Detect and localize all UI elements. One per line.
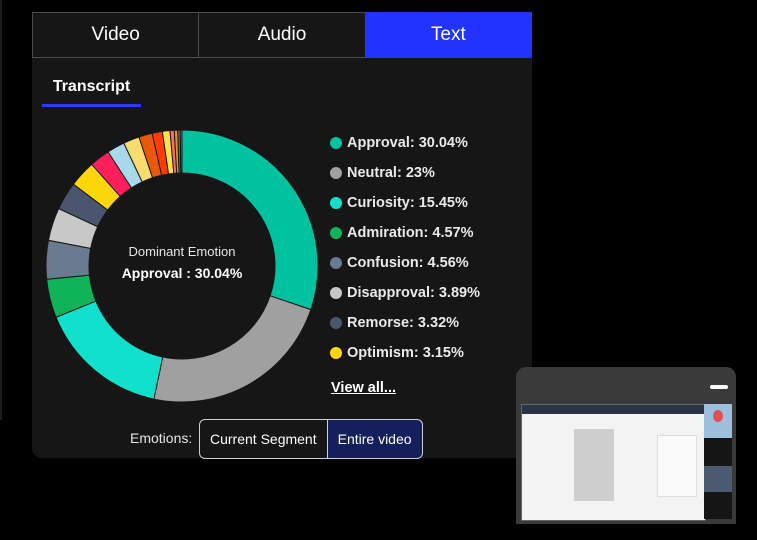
left-edge-divider xyxy=(0,0,2,420)
tab-text[interactable]: Text xyxy=(365,12,532,58)
tab-audio[interactable]: Audio xyxy=(199,12,366,58)
tab-bar: Video Audio Text xyxy=(32,12,532,58)
current-segment-button[interactable]: Current Segment xyxy=(199,419,328,459)
legend-item-admiration: Admiration: 4.57% xyxy=(330,218,480,248)
side-panel-preview xyxy=(657,435,697,497)
emotions-label: Emotions: xyxy=(130,430,193,446)
participant-video xyxy=(704,466,732,492)
legend-dot xyxy=(330,197,342,209)
emotion-panel: Video Audio Text Transcript Dominant Emo… xyxy=(32,12,532,459)
dominant-emotion-title: Dominant Emotion xyxy=(128,244,236,259)
entire-video-button[interactable]: Entire video xyxy=(327,419,423,459)
legend-item-confusion: Confusion: 4.56% xyxy=(330,248,480,278)
view-all-link[interactable]: View all... xyxy=(331,380,396,396)
emotion-scope-toggle: Current Segment Entire video xyxy=(199,419,423,459)
dominant-emotion-value: Approval : 30.04% xyxy=(121,265,243,281)
donut-slice-other-17 xyxy=(179,129,183,174)
shared-screen-thumbnail xyxy=(521,404,706,521)
legend-label: Confusion: 4.56% xyxy=(347,255,469,271)
legend-dot xyxy=(330,167,342,179)
legend-dot xyxy=(330,347,342,359)
tab-video[interactable]: Video xyxy=(32,12,200,58)
subtab-transcript[interactable]: Transcript xyxy=(42,70,141,107)
donut-slice-curiosity xyxy=(55,300,164,400)
legend-item-optimism: Optimism: 3.15% xyxy=(330,338,480,368)
legend-label: Optimism: 3.15% xyxy=(347,345,464,361)
document-preview xyxy=(574,429,614,501)
donut-slice-approval xyxy=(181,129,319,311)
legend-dot xyxy=(330,227,342,239)
legend-dot xyxy=(330,137,342,149)
participant-video xyxy=(704,404,732,438)
legend-label: Approval: 30.04% xyxy=(347,135,468,151)
picture-in-picture-window[interactable] xyxy=(516,367,736,524)
legend-label: Neutral: 23% xyxy=(347,165,435,181)
donut-slice-neutral xyxy=(153,295,312,403)
minimize-icon[interactable] xyxy=(710,385,728,389)
legend-item-disapproval: Disapproval: 3.89% xyxy=(330,278,480,308)
legend-item-neutral: Neutral: 23% xyxy=(330,158,480,188)
legend: Approval: 30.04% Neutral: 23% Curiosity:… xyxy=(330,128,480,368)
legend-label: Admiration: 4.57% xyxy=(347,225,474,241)
legend-label: Remorse: 3.32% xyxy=(347,315,460,331)
legend-dot xyxy=(330,257,342,269)
legend-label: Disapproval: 3.89% xyxy=(347,285,480,301)
legend-dot xyxy=(330,287,342,299)
browser-toolbar xyxy=(522,405,705,414)
legend-item-curiosity: Curiosity: 15.45% xyxy=(330,188,480,218)
legend-dot xyxy=(330,317,342,329)
legend-item-remorse: Remorse: 3.32% xyxy=(330,308,480,338)
participant-strip xyxy=(704,404,732,519)
legend-label: Curiosity: 15.45% xyxy=(347,195,468,211)
legend-item-approval: Approval: 30.04% xyxy=(330,128,480,158)
